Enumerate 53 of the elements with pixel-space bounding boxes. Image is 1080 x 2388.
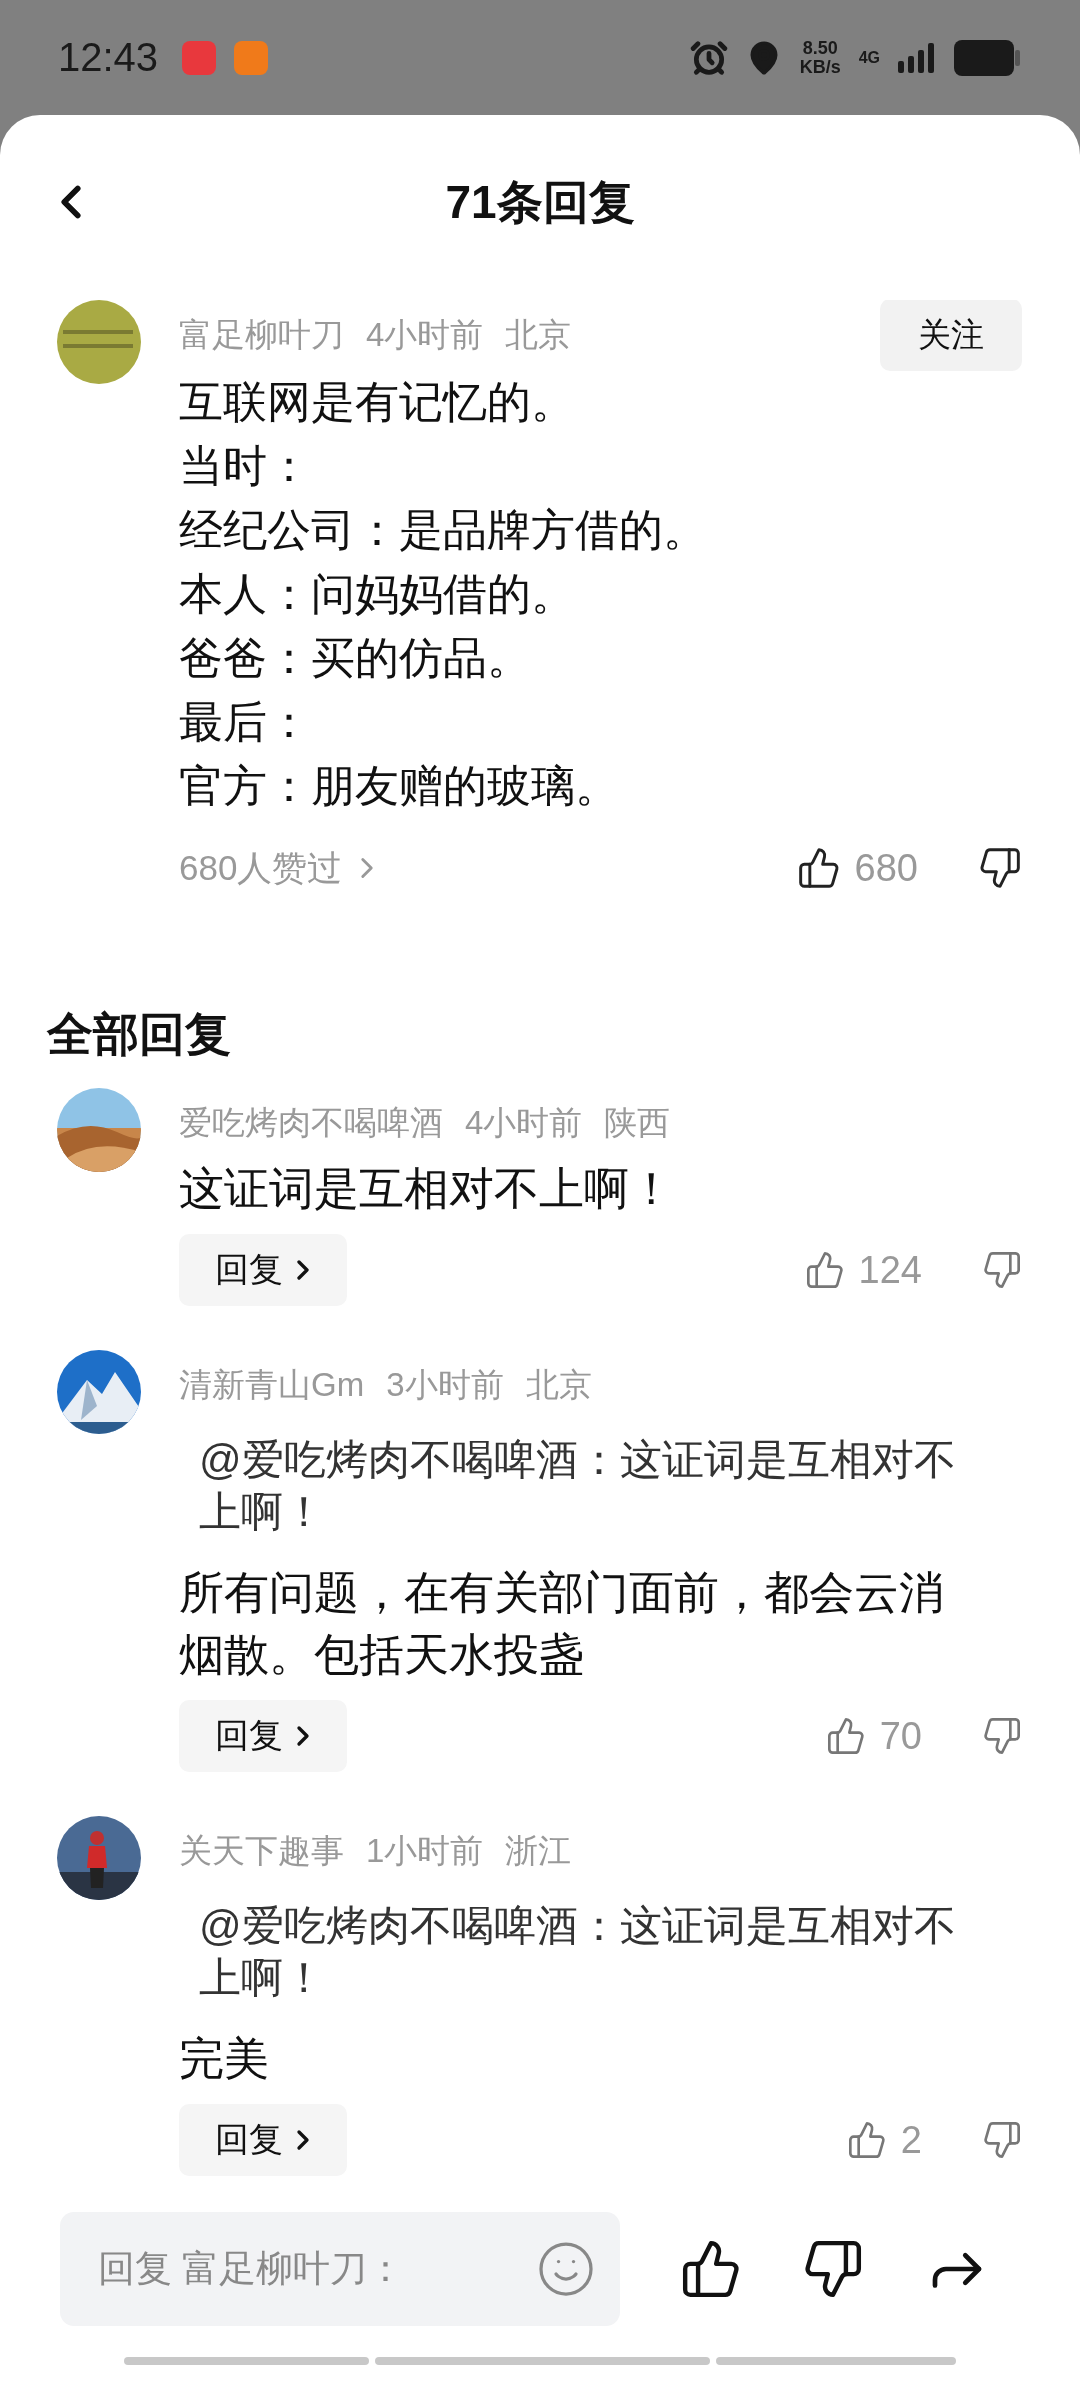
comment-text: 互联网是有记忆的。 [179, 376, 576, 428]
section-title: 全部回复 [47, 1007, 232, 1062]
comment-text: 最后： [179, 696, 312, 748]
app-icon [234, 40, 269, 75]
thumbs-up-icon [846, 2120, 887, 2160]
comment-location: 浙江 [505, 1830, 572, 1871]
thumbs-up-icon [825, 1716, 866, 1756]
status-time: 12:43 [58, 35, 159, 80]
like-button[interactable]: 70 [825, 1714, 922, 1758]
author-name: 爱吃烤肉不喝啤酒 [179, 1102, 443, 1143]
comment-time: 3小时前 [386, 1364, 504, 1405]
comment-text: 官方：朋友赠的玻璃。 [179, 760, 620, 812]
network-type: 4G [858, 48, 880, 67]
comment-text: 完美 [179, 2032, 270, 2086]
battery-icon [954, 39, 1020, 76]
reply-input-field[interactable]: 回复 富足柳叶刀： [98, 2248, 536, 2290]
likers-link[interactable]: 680人赞过 [179, 844, 385, 892]
comment-time: 4小时前 [366, 314, 484, 355]
like-button[interactable]: 124 [804, 1248, 922, 1292]
like-button[interactable]: 2 [846, 2118, 922, 2162]
reply-field[interactable]: 回复 富足柳叶刀： [60, 2212, 620, 2326]
comment-text: 当时： [179, 440, 312, 492]
author-name: 清新青山Gm [179, 1364, 365, 1405]
comment-location: 北京 [505, 314, 572, 355]
reply-button[interactable]: 回复 [179, 2104, 347, 2176]
comment-location: 陕西 [604, 1102, 671, 1143]
comment-text: 这证词是互相对不上啊！ [179, 1162, 675, 1216]
author-name: 富足柳叶刀 [179, 314, 344, 355]
comment-text: 所有问题，在有关部门面前，都会云消烟散。包括天水投盏 [179, 1566, 945, 1682]
page-title: 71条回复 [445, 174, 635, 230]
comment-time: 4小时前 [465, 1102, 583, 1143]
app-icon [182, 40, 217, 75]
comment-text: 爸爸：买的仿品。 [179, 632, 532, 684]
like-button[interactable] [680, 2238, 742, 2300]
reply-button[interactable]: 回复 [179, 1234, 347, 1306]
network-speed: 8.50 KB/s [799, 38, 841, 77]
emoji-icon[interactable] [536, 2239, 596, 2299]
quoted-comment: @爱吃烤肉不喝啤酒：这证词是互相对不上啊！ [199, 1901, 957, 2003]
alarm-icon [689, 38, 728, 77]
comment-text: 经纪公司：是品牌方借的。 [179, 504, 708, 556]
quoted-comment: @爱吃烤肉不喝啤酒：这证词是互相对不上啊！ [199, 1435, 957, 1537]
thumbs-up-icon [796, 846, 841, 890]
thumbs-up-icon [804, 1250, 845, 1290]
follow-button[interactable]: 关注 [880, 300, 1022, 371]
author-name: 关天下趣事 [179, 1830, 344, 1871]
comment-text: 本人：问妈妈借的。 [179, 568, 576, 620]
like-button[interactable]: 680 [796, 846, 918, 890]
comment-time: 1小时前 [366, 1830, 484, 1871]
comment-location: 北京 [525, 1364, 592, 1405]
dislike-button[interactable] [978, 846, 1022, 890]
reply-button[interactable]: 回复 [179, 1700, 347, 1772]
signal-icon [898, 42, 936, 73]
dislike-button[interactable] [802, 2238, 864, 2300]
